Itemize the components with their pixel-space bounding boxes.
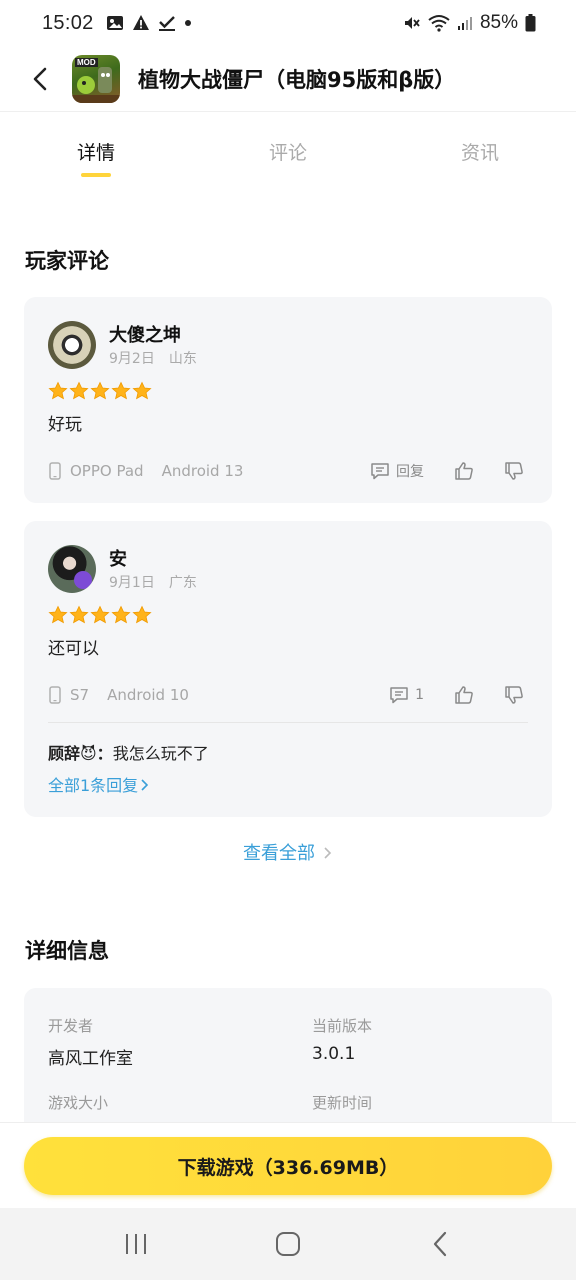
update-time-label: 更新时间: [312, 1094, 373, 1112]
star-icon: [90, 381, 110, 400]
review-date: 9月1日: [109, 575, 155, 591]
home-icon: [276, 1232, 300, 1256]
home-button[interactable]: [264, 1220, 312, 1268]
detail-info-title: 详细信息: [25, 939, 109, 963]
reply-button[interactable]: 1: [389, 685, 424, 705]
comment-icon: [371, 463, 389, 480]
reply-count: 1: [415, 687, 424, 703]
device-name: S7: [70, 686, 90, 704]
thumbs-down-icon: [505, 686, 523, 704]
view-all-link[interactable]: 查看全部: [0, 839, 576, 865]
device-info: S7 Android 10: [48, 684, 189, 706]
star-icon: [69, 605, 89, 624]
bottom-action-bar: 下载游戏（336.69MB）: [0, 1122, 576, 1208]
size-label: 游戏大小: [48, 1094, 109, 1112]
chevron-right-icon: [141, 779, 149, 791]
star-icon: [90, 605, 110, 624]
notification-dot-icon: [184, 20, 191, 26]
detail-info-card: 开发者 高风工作室 当前版本 3.0.1 游戏大小 更新时间: [24, 988, 552, 1138]
star-icon: [132, 381, 152, 400]
star-icon: [48, 605, 68, 624]
checkmark-icon: [158, 16, 175, 31]
battery-percent: 85%: [479, 12, 518, 33]
reply-button[interactable]: 回复: [370, 461, 424, 481]
star-icon: [48, 381, 68, 400]
developer-label: 开发者: [48, 1017, 94, 1035]
page-title: 植物大战僵尸（电脑95版和β版）: [138, 67, 456, 92]
os-version: Android 13: [161, 462, 244, 480]
version-value: 3.0.1: [312, 1044, 356, 1064]
phone-icon: [49, 686, 61, 704]
recent-apps-button[interactable]: [112, 1220, 160, 1268]
developer-value: 高风工作室: [48, 1049, 133, 1069]
mute-icon: [404, 17, 420, 29]
divider: [48, 722, 528, 723]
tab-bar: 详情 评论 资讯: [0, 112, 576, 192]
os-version: Android 10: [107, 686, 189, 704]
thumbs-down-icon: [505, 462, 523, 480]
rating-stars: [48, 381, 152, 401]
download-button[interactable]: 下载游戏（336.69MB）: [24, 1137, 552, 1195]
thumbs-up-icon: [455, 686, 473, 704]
review-location: 山东: [168, 351, 197, 367]
nav-back-icon: [433, 1231, 447, 1257]
review-location: 广东: [168, 575, 197, 591]
avatar[interactable]: [48, 545, 96, 593]
star-icon: [111, 381, 131, 400]
review-actions: 回复: [370, 460, 524, 482]
review-username[interactable]: 安: [109, 545, 127, 571]
gallery-icon: [106, 16, 123, 30]
review-content: 还可以: [48, 639, 99, 659]
system-nav-bar: [0, 1208, 576, 1280]
star-icon: [111, 605, 131, 624]
tab-comments[interactable]: 评论: [192, 112, 384, 192]
review-actions: 1: [389, 684, 524, 706]
review-card[interactable]: 安 9月1日 广东 还可以 S7 Android 10 1 顾辞😈：我怎么玩不了 …: [24, 521, 552, 817]
app-icon: MOD: [72, 54, 120, 103]
back-button[interactable]: [20, 59, 60, 99]
status-bar: 15:02 85%: [0, 0, 576, 46]
like-button[interactable]: [454, 685, 474, 705]
device-name: OPPO Pad: [70, 462, 144, 480]
phone-icon: [49, 462, 61, 480]
rating-stars: [48, 605, 152, 625]
thumbs-up-icon: [455, 462, 473, 480]
review-meta: 9月1日 广东: [109, 572, 197, 592]
comment-icon: [390, 687, 408, 704]
mod-badge: MOD: [75, 57, 98, 67]
battery-icon: [525, 14, 536, 32]
recent-apps-icon: [126, 1234, 146, 1254]
all-replies-link[interactable]: 全部1条回复: [48, 772, 150, 796]
review-card[interactable]: 大傻之坤 9月2日 山东 好玩 OPPO Pad Android 13 回复: [24, 297, 552, 503]
like-button[interactable]: [454, 461, 474, 481]
avatar[interactable]: [48, 321, 96, 369]
review-meta: 9月2日 山东: [109, 348, 197, 368]
wifi-icon: [428, 15, 450, 32]
signal-icon: [457, 17, 472, 30]
review-date: 9月2日: [109, 351, 155, 367]
star-icon: [132, 605, 152, 624]
star-icon: [69, 381, 89, 400]
status-time: 15:02: [42, 11, 94, 34]
player-reviews-title: 玩家评论: [25, 249, 109, 273]
device-info: OPPO Pad Android 13: [48, 460, 243, 482]
reply-author: 顾辞😈：: [48, 744, 113, 763]
review-username[interactable]: 大傻之坤: [109, 321, 181, 347]
warning-icon: [132, 15, 149, 30]
dislike-button[interactable]: [504, 461, 524, 481]
tab-details[interactable]: 详情: [0, 112, 192, 192]
tab-news[interactable]: 资讯: [384, 112, 576, 192]
reply-preview[interactable]: 顾辞😈：我怎么玩不了: [48, 740, 209, 764]
reply-label: 回复: [396, 464, 424, 480]
app-header: MOD 植物大战僵尸（电脑95版和β版）: [0, 46, 576, 112]
nav-back-button[interactable]: [416, 1220, 464, 1268]
back-arrow-icon: [33, 67, 47, 90]
version-label: 当前版本: [312, 1017, 373, 1035]
review-content: 好玩: [48, 415, 82, 435]
reply-text: 我怎么玩不了: [112, 744, 209, 763]
dislike-button[interactable]: [504, 685, 524, 705]
chevron-right-icon: [324, 847, 332, 859]
